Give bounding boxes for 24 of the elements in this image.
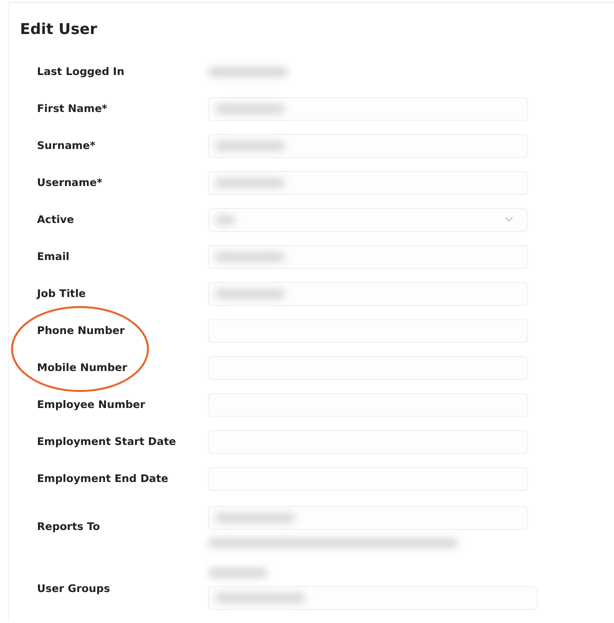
field-label: Mobile Number — [37, 362, 128, 374]
field-label: Active — [37, 214, 75, 226]
input-field[interactable] — [208, 506, 528, 530]
page-title: Edit User — [19, 19, 98, 40]
field-label: Email — [37, 250, 70, 262]
field-label: Reports To — [37, 521, 102, 533]
input-field[interactable] — [208, 282, 528, 306]
input-field[interactable] — [208, 96, 528, 120]
input-field[interactable] — [208, 170, 528, 194]
field-label: Phone Number — [37, 324, 126, 336]
input-field[interactable] — [208, 244, 528, 268]
field-label: Username* — [37, 176, 104, 188]
field-label: User Groups — [37, 583, 111, 595]
caret-icon — [505, 217, 513, 222]
input-field[interactable] — [208, 134, 528, 158]
field-label: Employment Start Date — [37, 436, 177, 448]
field-label: Job Title — [37, 288, 87, 300]
field-label: First Name* — [37, 102, 108, 114]
select-field[interactable] — [208, 208, 528, 232]
field-label: Employee Number — [37, 398, 146, 410]
select-field[interactable] — [208, 586, 538, 610]
field-label: Surname* — [37, 140, 96, 152]
field-label: Last Logged In — [37, 66, 126, 78]
field-label: Employment End Date — [37, 472, 170, 484]
